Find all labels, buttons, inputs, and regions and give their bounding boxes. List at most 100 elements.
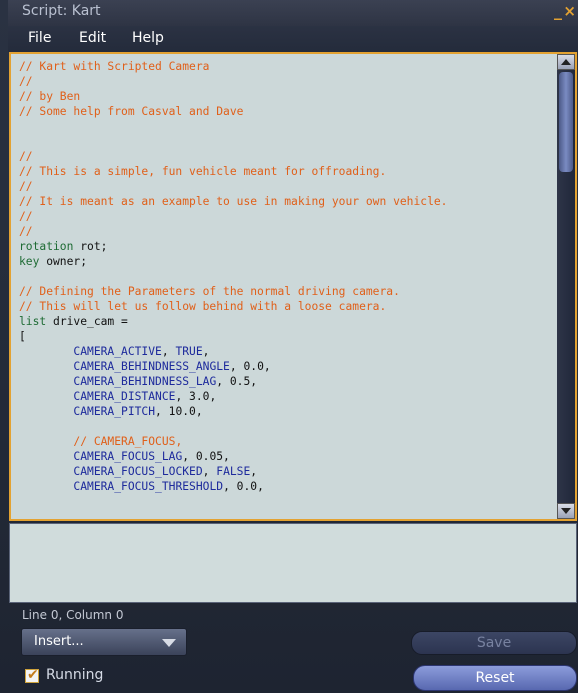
code-line: // Defining the Parameters of the normal…	[19, 284, 557, 299]
code-token: TRUE	[175, 345, 203, 358]
script-editor-window: Script: Kart _ × File Edit Help // Kart …	[0, 0, 578, 693]
scroll-down-button[interactable]	[557, 503, 575, 519]
menu-file[interactable]: File	[28, 30, 51, 46]
code-token: CAMERA_ACTIVE	[73, 345, 162, 358]
scroll-thumb[interactable]	[559, 72, 573, 172]
code-token: CAMERA_PITCH	[73, 405, 156, 418]
code-token: , 0.05,	[182, 450, 230, 463]
arrow-up-icon	[561, 59, 571, 65]
code-line: // This is a simple, fun vehicle meant f…	[19, 164, 557, 179]
code-line: // It is meant as an example to use in m…	[19, 194, 557, 209]
insert-dropdown[interactable]: Insert...	[21, 628, 187, 656]
code-token: CAMERA_DISTANCE	[73, 390, 176, 403]
code-line: key owner;	[19, 254, 557, 269]
code-token: owner;	[39, 255, 88, 268]
minimize-button[interactable]: _	[554, 1, 562, 20]
compile-output-panel[interactable]	[9, 523, 577, 603]
code-token: , 3.0,	[175, 390, 217, 403]
code-line: //	[19, 179, 557, 194]
menu-help[interactable]: Help	[132, 30, 164, 46]
editor-scrollbar[interactable]	[557, 54, 575, 519]
code-token: ,	[161, 345, 176, 358]
title-bar[interactable]: Script: Kart _ ×	[8, 0, 578, 27]
code-token: //	[19, 225, 33, 238]
close-button[interactable]: ×	[563, 2, 576, 20]
code-token: //	[19, 150, 33, 163]
code-token: //	[19, 180, 33, 193]
code-token: // by Ben	[19, 90, 81, 103]
scroll-up-button[interactable]	[557, 54, 575, 70]
code-line: //	[19, 149, 557, 164]
checkmark-icon: ✔	[27, 667, 39, 683]
code-token: // Some help from Casval and Dave	[19, 105, 244, 118]
code-line: [	[19, 329, 557, 344]
code-token: list	[19, 315, 47, 328]
save-button[interactable]: Save	[411, 631, 577, 655]
code-token: , 10.0,	[155, 405, 203, 418]
code-token: // Defining the Parameters of the normal…	[19, 285, 400, 298]
code-line: // by Ben	[19, 89, 557, 104]
code-token: rot;	[73, 240, 108, 253]
code-line: //	[19, 224, 557, 239]
code-line: CAMERA_PITCH, 10.0,	[19, 404, 557, 419]
menu-edit[interactable]: Edit	[79, 30, 106, 46]
code-token: // CAMERA_FOCUS,	[73, 435, 183, 448]
code-token: // This is a simple, fun vehicle meant f…	[19, 165, 387, 178]
code-token: key	[19, 255, 40, 268]
code-token: //	[19, 75, 33, 88]
code-token: CAMERA_FOCUS_THRESHOLD	[73, 480, 224, 493]
code-token: rotation	[19, 240, 74, 253]
code-token: // It is meant as an example to use in m…	[19, 195, 448, 208]
code-line: CAMERA_ACTIVE, TRUE,	[19, 344, 557, 359]
code-token: CAMERA_FOCUS_LAG	[73, 450, 183, 463]
code-line: CAMERA_BEHINDNESS_LAG, 0.5,	[19, 374, 557, 389]
code-token: , 0.5,	[216, 375, 258, 388]
menu-bar: File Edit Help	[8, 26, 578, 52]
code-line: // CAMERA_FOCUS,	[19, 434, 557, 449]
code-token: [	[19, 330, 26, 343]
code-token: CAMERA_BEHINDNESS_LAG	[73, 375, 217, 388]
code-token: // Kart with Scripted Camera	[19, 60, 210, 73]
code-token: , 0.0,	[223, 480, 264, 493]
code-token: drive_cam =	[46, 315, 128, 328]
running-label: Running	[46, 667, 104, 683]
code-line: CAMERA_DISTANCE, 3.0,	[19, 389, 557, 404]
code-text-area[interactable]: // Kart with Scripted Camera // // by Ben /…	[11, 54, 557, 519]
code-token: CAMERA_FOCUS_LOCKED	[73, 465, 203, 478]
code-line: //	[19, 209, 557, 224]
code-line: //	[19, 74, 557, 89]
reset-button[interactable]: Reset	[413, 665, 577, 691]
code-line: CAMERA_FOCUS_LAG, 0.05,	[19, 449, 557, 464]
code-token: ,	[250, 465, 258, 478]
code-line: rotation rot;	[19, 239, 557, 254]
code-line: CAMERA_FOCUS_THRESHOLD, 0.0,	[19, 479, 557, 494]
code-line: // Kart with Scripted Camera	[19, 59, 557, 74]
window-title: Script: Kart	[22, 3, 101, 19]
code-token: ,	[202, 465, 217, 478]
cursor-position-status: Line 0, Column 0	[22, 608, 124, 622]
arrow-down-icon	[561, 508, 571, 514]
code-token: , 0.0,	[229, 360, 271, 373]
code-token: // This will let us follow behind with a…	[19, 300, 387, 313]
code-token: //	[19, 210, 33, 223]
code-line: CAMERA_BEHINDNESS_ANGLE, 0.0,	[19, 359, 557, 374]
code-line: CAMERA_FOCUS_LOCKED, FALSE,	[19, 464, 557, 479]
code-token: ,	[202, 345, 210, 358]
script-editor[interactable]: // Kart with Scripted Camera // // by Ben /…	[9, 52, 577, 521]
code-token: CAMERA_BEHINDNESS_ANGLE	[73, 360, 230, 373]
code-line: list drive_cam =	[19, 314, 557, 329]
code-line: // Some help from Casval and Dave	[19, 104, 557, 119]
running-checkbox[interactable]: ✔	[25, 667, 39, 683]
